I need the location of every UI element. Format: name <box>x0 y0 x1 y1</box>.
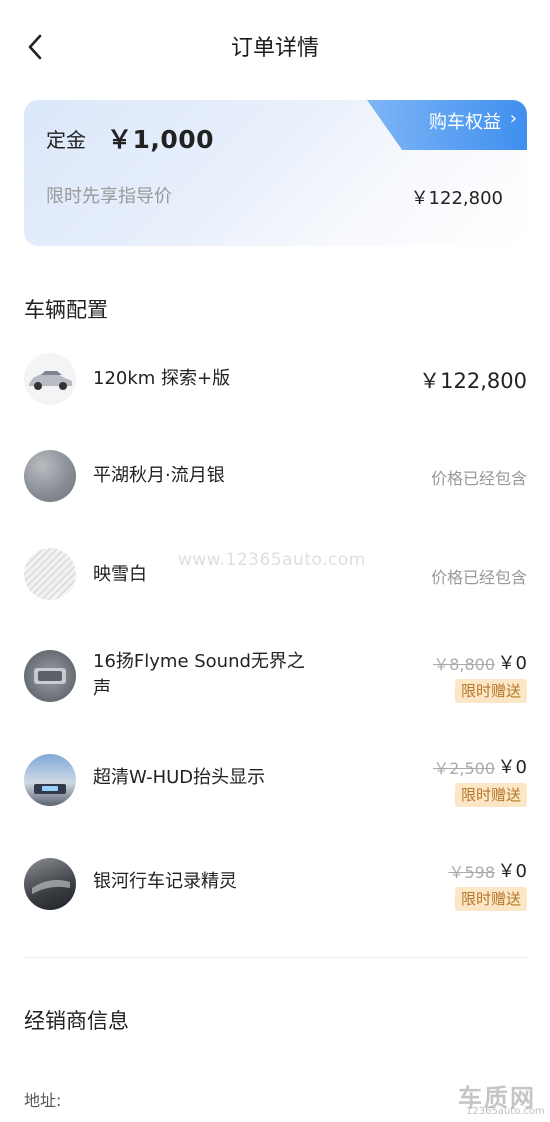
guide-price-value: ￥122,800 <box>410 188 503 209</box>
config-item-price: ￥122,800 <box>419 369 527 393</box>
purchase-benefits-label: 购车权益 <box>429 112 501 133</box>
guide-price-label: 限时先享指导价 <box>46 186 172 207</box>
interior-swatch <box>24 548 76 600</box>
discounted-price: ￥0 <box>497 757 527 778</box>
discounted-price: ￥0 <box>497 861 527 882</box>
config-item-name: 银河行车记录精灵 <box>93 871 237 892</box>
config-item-name: 16扬Flyme Sound无界之 声 <box>93 651 305 699</box>
config-item-paint: 平湖秋月·流月银 价格已经包含 <box>24 450 527 504</box>
price-included-note: 价格已经包含 <box>430 568 527 587</box>
page-title: 订单详情 <box>230 36 319 61</box>
config-item-name: 超清W-HUD抬头显示 <box>93 767 266 788</box>
deposit-label: 定金 <box>46 128 86 152</box>
purchase-benefits-button[interactable]: 购车权益 › <box>367 100 527 150</box>
limited-gift-badge: 限时赠送 <box>454 887 527 911</box>
deposit-amount: ￥1,000 <box>107 125 215 154</box>
speaker-thumbnail <box>24 650 76 702</box>
original-price: ￥598 <box>448 863 495 882</box>
config-item-trim: 120km 探索+版 ￥122,800 <box>24 352 527 406</box>
top-bar: 订单详情 <box>0 0 550 92</box>
price-included-note: 价格已经包含 <box>430 469 527 488</box>
config-item-name: 映雪白 <box>93 564 147 585</box>
dealer-info-title: 经销商信息 <box>24 1009 129 1033</box>
vehicle-config-title: 车辆配置 <box>24 298 108 322</box>
original-price: ￥2,500 <box>433 759 495 778</box>
car-thumbnail <box>24 353 76 405</box>
config-item-dashcam: 银河行车记录精灵 ￥598 ￥0 限时赠送 <box>24 856 527 916</box>
limited-gift-badge: 限时赠送 <box>454 679 527 703</box>
config-item-name: 平湖秋月·流月银 <box>93 465 225 486</box>
watermark-logo-sub: 12365auto.com <box>466 1106 545 1117</box>
dealer-address-label: 地址: <box>24 1091 62 1110</box>
config-item-sound: 16扬Flyme Sound无界之 声 ￥8,800 ￥0 限时赠送 <box>24 648 527 708</box>
limited-gift-badge: 限时赠送 <box>454 783 527 807</box>
discounted-price: ￥0 <box>497 653 527 674</box>
chevron-right-icon: › <box>509 108 517 129</box>
original-price: ￥8,800 <box>433 655 495 674</box>
hud-thumbnail <box>24 754 76 806</box>
paint-swatch <box>24 450 76 502</box>
section-divider <box>24 957 527 958</box>
deposit-summary-card: 购车权益 › 定金 ￥1,000 限时先享指导价 ￥122,800 <box>24 100 527 246</box>
dashcam-thumbnail <box>24 858 76 910</box>
watermark-url: www.12365auto.com <box>178 550 366 570</box>
config-item-name: 120km 探索+版 <box>93 368 231 389</box>
config-item-hud: 超清W-HUD抬头显示 ￥2,500 ￥0 限时赠送 <box>24 752 527 812</box>
